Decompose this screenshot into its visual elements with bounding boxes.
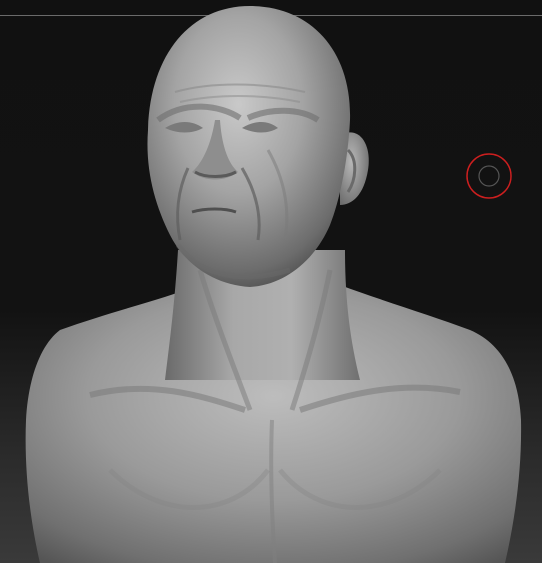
brush-cursor-icon [466, 153, 512, 199]
sculpt-viewport[interactable] [0, 0, 542, 563]
bust-head [147, 6, 351, 287]
sculpted-bust-model[interactable] [0, 0, 542, 563]
